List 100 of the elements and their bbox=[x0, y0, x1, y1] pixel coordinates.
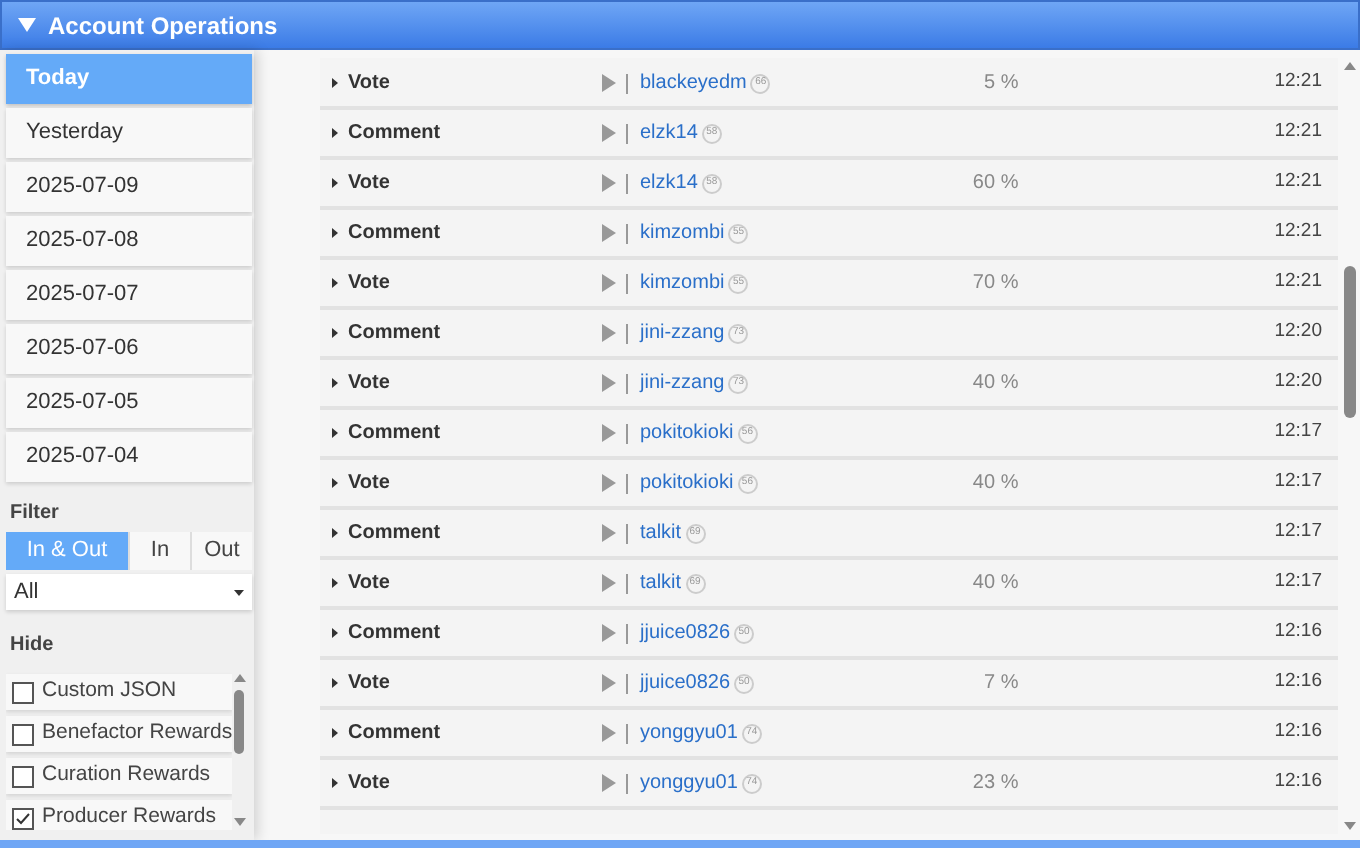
play-icon[interactable] bbox=[602, 424, 616, 442]
operation-time: 12:17 bbox=[1274, 418, 1322, 447]
operation-type: Vote bbox=[348, 370, 392, 398]
user-link[interactable]: yonggyu01 bbox=[640, 718, 738, 748]
user-link[interactable]: kimzombi bbox=[640, 268, 725, 298]
play-icon[interactable] bbox=[602, 274, 616, 292]
play-icon[interactable] bbox=[602, 524, 616, 542]
checkbox-icon[interactable] bbox=[12, 681, 34, 703]
operation-time: 12:20 bbox=[1274, 368, 1322, 397]
filter-tab[interactable]: In bbox=[128, 532, 190, 570]
user-link[interactable]: jini-zzang bbox=[640, 318, 725, 348]
operation-type: Vote bbox=[348, 170, 392, 198]
triangle-right-icon[interactable] bbox=[332, 178, 338, 188]
operation-type: Comment bbox=[348, 720, 443, 748]
date-tab[interactable]: 2025-07-08 bbox=[6, 216, 252, 266]
triangle-right-icon[interactable] bbox=[332, 128, 338, 138]
operation-time: 12:16 bbox=[1274, 768, 1322, 797]
play-icon[interactable] bbox=[602, 324, 616, 342]
triangle-right-icon[interactable] bbox=[332, 428, 338, 438]
user-link[interactable]: blackeyedm bbox=[640, 68, 747, 98]
caret-down-icon bbox=[234, 589, 244, 595]
operation-type: Comment bbox=[348, 620, 443, 648]
operation-type: Comment bbox=[348, 520, 443, 548]
operation-type: Comment bbox=[348, 320, 443, 348]
user-link[interactable]: jini-zzang bbox=[640, 368, 725, 398]
operation-time: 12:17 bbox=[1274, 518, 1322, 547]
triangle-right-icon[interactable] bbox=[332, 578, 338, 588]
triangle-right-icon[interactable] bbox=[332, 228, 338, 238]
vote-weight: 40 % bbox=[972, 472, 1019, 494]
triangle-right-icon[interactable] bbox=[332, 78, 338, 88]
user-link[interactable]: yonggyu01 bbox=[640, 768, 738, 798]
operation-time: 12:17 bbox=[1274, 568, 1322, 597]
checked-checkbox-icon[interactable] bbox=[12, 807, 34, 829]
checkbox-icon[interactable] bbox=[12, 723, 34, 745]
triangle-right-icon[interactable] bbox=[332, 378, 338, 388]
triangle-right-icon[interactable] bbox=[332, 478, 338, 488]
operation-type: Vote bbox=[348, 770, 392, 798]
play-icon[interactable] bbox=[602, 174, 616, 192]
select-value: All bbox=[14, 577, 39, 608]
scrollbar[interactable] bbox=[232, 670, 248, 830]
triangle-right-icon[interactable] bbox=[332, 778, 338, 788]
filter-label: Filter bbox=[8, 502, 61, 526]
play-icon[interactable] bbox=[602, 74, 616, 92]
scrollbar[interactable] bbox=[1340, 58, 1358, 834]
hide-option[interactable]: Custom JSON bbox=[6, 674, 232, 710]
operation-time: 12:16 bbox=[1274, 618, 1322, 647]
play-icon[interactable] bbox=[602, 374, 616, 392]
operation-time: 12:21 bbox=[1274, 168, 1322, 197]
vote-weight: 60 % bbox=[972, 172, 1019, 194]
play-icon[interactable] bbox=[602, 474, 616, 492]
date-tab[interactable]: 2025-07-09 bbox=[6, 162, 252, 212]
date-tab[interactable]: 2025-07-04 bbox=[6, 432, 252, 482]
vote-weight: 5 % bbox=[983, 72, 1019, 94]
triangle-right-icon[interactable] bbox=[332, 728, 338, 738]
vote-weight: 23 % bbox=[972, 772, 1019, 794]
date-tab[interactable]: 2025-07-07 bbox=[6, 270, 252, 320]
triangle-right-icon[interactable] bbox=[332, 528, 338, 538]
play-icon[interactable] bbox=[602, 574, 616, 592]
operation-time: 12:17 bbox=[1274, 468, 1322, 497]
operation-type: Comment bbox=[348, 220, 443, 248]
filter-select[interactable]: All bbox=[6, 574, 252, 610]
date-tab[interactable]: 2025-07-06 bbox=[6, 324, 252, 374]
operation-time: 12:21 bbox=[1274, 68, 1322, 97]
user-link[interactable]: elzk14 bbox=[640, 118, 698, 148]
play-icon[interactable] bbox=[602, 774, 616, 792]
triangle-right-icon[interactable] bbox=[332, 328, 338, 338]
operation-type: Comment bbox=[348, 420, 443, 448]
hide-label: Hide bbox=[8, 634, 56, 658]
operation-time: 12:16 bbox=[1274, 718, 1322, 747]
user-link[interactable]: jjuice0826 bbox=[640, 668, 731, 698]
operation-time: 12:21 bbox=[1274, 268, 1322, 297]
operation-type: Comment bbox=[348, 120, 443, 148]
user-link[interactable]: elzk14 bbox=[640, 168, 698, 198]
user-link[interactable]: talkit bbox=[640, 568, 682, 598]
date-tab[interactable]: 2025-07-05 bbox=[6, 378, 252, 428]
vote-weight: 7 % bbox=[983, 672, 1019, 694]
triangle-right-icon[interactable] bbox=[332, 678, 338, 688]
checkbox-icon[interactable] bbox=[12, 765, 34, 787]
hide-option[interactable]: Producer Rewards bbox=[6, 800, 232, 830]
user-link[interactable]: jjuice0826 bbox=[640, 618, 731, 648]
hide-option[interactable]: Benefactor Rewards bbox=[6, 716, 232, 752]
user-link[interactable]: kimzombi bbox=[640, 218, 725, 248]
play-icon[interactable] bbox=[602, 124, 616, 142]
operation-type: Vote bbox=[348, 270, 392, 298]
triangle-right-icon[interactable] bbox=[332, 628, 338, 638]
user-link[interactable]: talkit bbox=[640, 518, 682, 548]
hide-option[interactable]: Curation Rewards bbox=[6, 758, 232, 794]
triangle-right-icon[interactable] bbox=[332, 278, 338, 288]
play-icon[interactable] bbox=[602, 224, 616, 242]
user-link[interactable]: pokitokioki bbox=[640, 468, 734, 498]
user-link[interactable]: pokitokioki bbox=[640, 418, 734, 448]
operation-type: Vote bbox=[348, 670, 392, 698]
play-icon[interactable] bbox=[602, 674, 616, 692]
vote-weight: 40 % bbox=[972, 572, 1019, 594]
date-tab[interactable]: Yesterday bbox=[6, 108, 252, 158]
operation-time: 12:21 bbox=[1274, 118, 1322, 147]
operation-type: Vote bbox=[348, 470, 392, 498]
play-icon[interactable] bbox=[602, 724, 616, 742]
play-icon[interactable] bbox=[602, 624, 616, 642]
filter-tab[interactable]: Out bbox=[190, 532, 252, 570]
